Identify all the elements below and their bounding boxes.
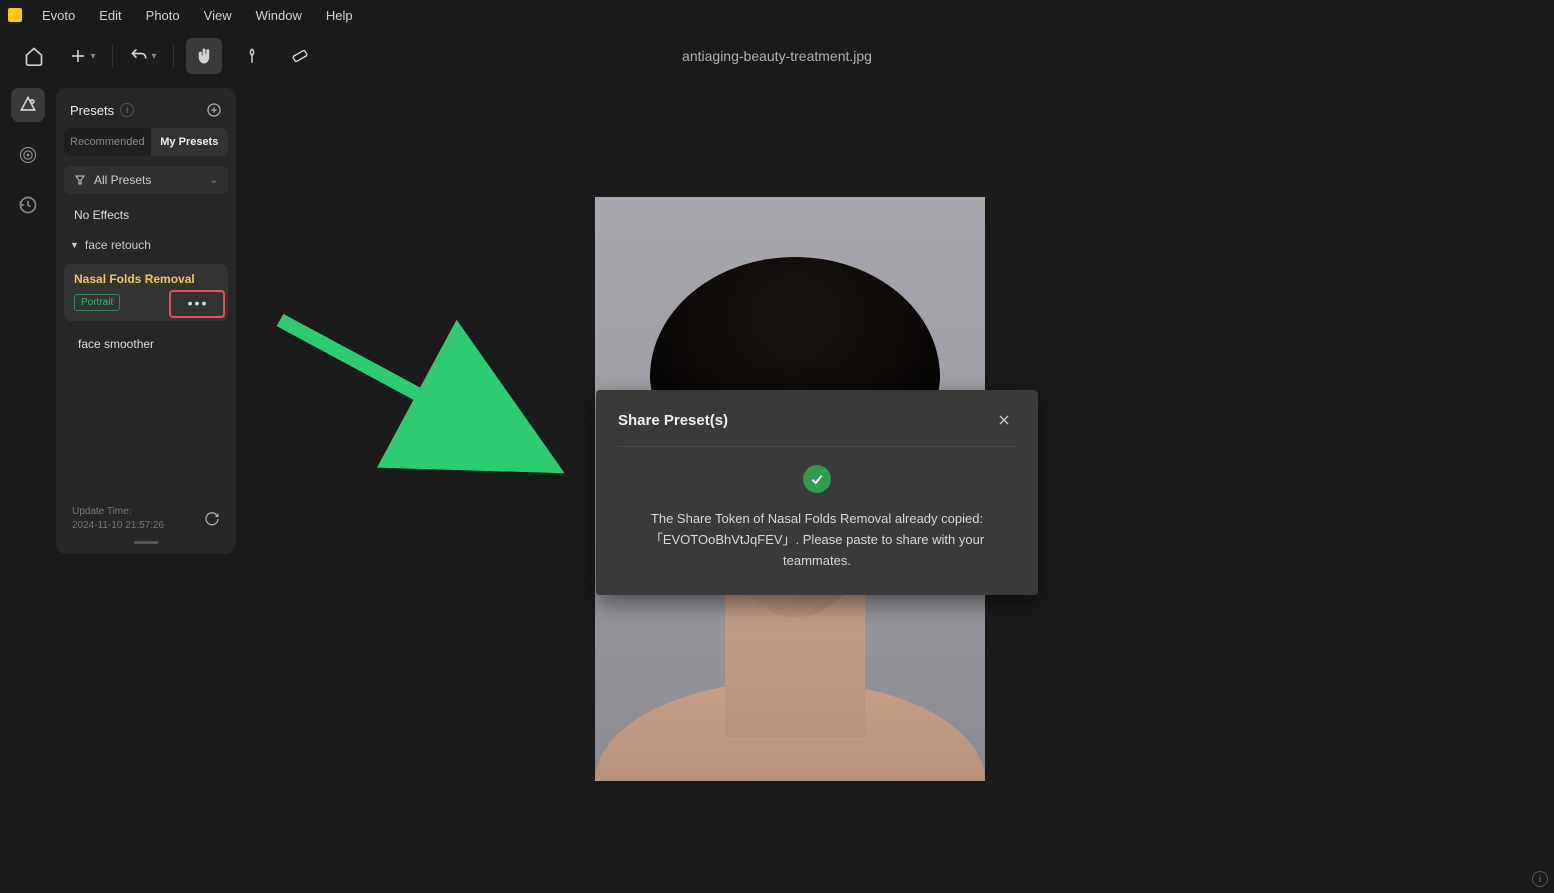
separator <box>112 44 113 68</box>
left-rail <box>8 88 48 222</box>
app-logo-icon <box>8 8 22 22</box>
menu-photo[interactable]: Photo <box>134 4 192 27</box>
chevron-down-icon: ▾ <box>151 51 156 62</box>
undo-button[interactable]: ▾ <box>125 38 161 74</box>
panel-title-text: Presets <box>70 103 114 118</box>
close-icon <box>996 412 1012 428</box>
tab-recommended[interactable]: Recommended <box>64 128 151 156</box>
preset-list: No Effects ▼ face retouch Nasal Folds Re… <box>64 200 228 359</box>
modal-header: Share Preset(s) <box>618 408 1016 447</box>
zoom-tool-button[interactable] <box>234 38 270 74</box>
modal-close-button[interactable] <box>992 408 1016 432</box>
presets-panel: Presets i Recommended My Presets All Pre… <box>56 88 236 554</box>
refresh-button[interactable] <box>204 511 220 527</box>
rail-presets-button[interactable] <box>11 88 45 122</box>
preset-more-button[interactable]: ••• <box>174 291 222 315</box>
home-button[interactable] <box>16 38 52 74</box>
rail-history-button[interactable] <box>11 188 45 222</box>
presets-tabs: Recommended My Presets <box>64 128 228 156</box>
add-preset-button[interactable] <box>206 102 222 118</box>
info-badge[interactable]: i <box>1532 871 1548 887</box>
preset-no-effects[interactable]: No Effects <box>64 200 228 230</box>
update-label: Update Time: <box>72 505 164 519</box>
drag-handle[interactable] <box>134 541 158 544</box>
tab-my-presets[interactable]: My Presets <box>151 128 228 156</box>
filter-label: All Presets <box>94 173 151 187</box>
rail-effects-button[interactable] <box>11 138 45 172</box>
toolbar: ▾ ▾ antiaging-beauty-treatment.jpg <box>0 30 1554 82</box>
separator <box>173 44 174 68</box>
update-time: 2024-11-10 21:57:26 <box>72 519 164 533</box>
filter-dropdown[interactable]: All Presets ⌄ <box>64 166 228 194</box>
filter-icon <box>74 174 86 186</box>
chevron-down-icon: ▾ <box>90 51 95 62</box>
menu-view[interactable]: View <box>192 4 244 27</box>
measure-tool-button[interactable] <box>282 38 318 74</box>
hand-tool-button[interactable] <box>186 38 222 74</box>
triangle-down-icon: ▼ <box>70 240 79 250</box>
panel-title: Presets i <box>70 103 134 118</box>
chevron-down-icon: ⌄ <box>210 175 218 186</box>
menu-app[interactable]: Evoto <box>30 4 87 27</box>
menubar: Evoto Edit Photo View Window Help <box>0 0 1554 30</box>
panel-header: Presets i <box>64 98 228 128</box>
group-face-retouch[interactable]: ▼ face retouch <box>64 230 228 260</box>
menu-help[interactable]: Help <box>314 4 365 27</box>
info-icon[interactable]: i <box>120 103 134 117</box>
preset-face-smoother[interactable]: face smoother <box>64 329 228 359</box>
file-title: antiaging-beauty-treatment.jpg <box>682 48 872 64</box>
modal-body: The Share Token of Nasal Folds Removal a… <box>618 447 1016 571</box>
modal-title: Share Preset(s) <box>618 412 728 429</box>
preset-tag: Portrait <box>74 294 120 311</box>
menu-edit[interactable]: Edit <box>87 4 133 27</box>
preset-name: Nasal Folds Removal <box>74 272 218 286</box>
add-button[interactable]: ▾ <box>64 38 100 74</box>
update-time-row: Update Time: 2024-11-10 21:57:26 <box>64 499 228 533</box>
share-preset-modal: Share Preset(s) The Share Token of Nasal… <box>596 390 1038 595</box>
preset-card-active[interactable]: Nasal Folds Removal Portrait ••• <box>64 264 228 321</box>
check-icon <box>803 465 831 493</box>
menu-window[interactable]: Window <box>244 4 314 27</box>
modal-message: The Share Token of Nasal Folds Removal a… <box>618 509 1016 571</box>
group-label: face retouch <box>85 238 151 252</box>
